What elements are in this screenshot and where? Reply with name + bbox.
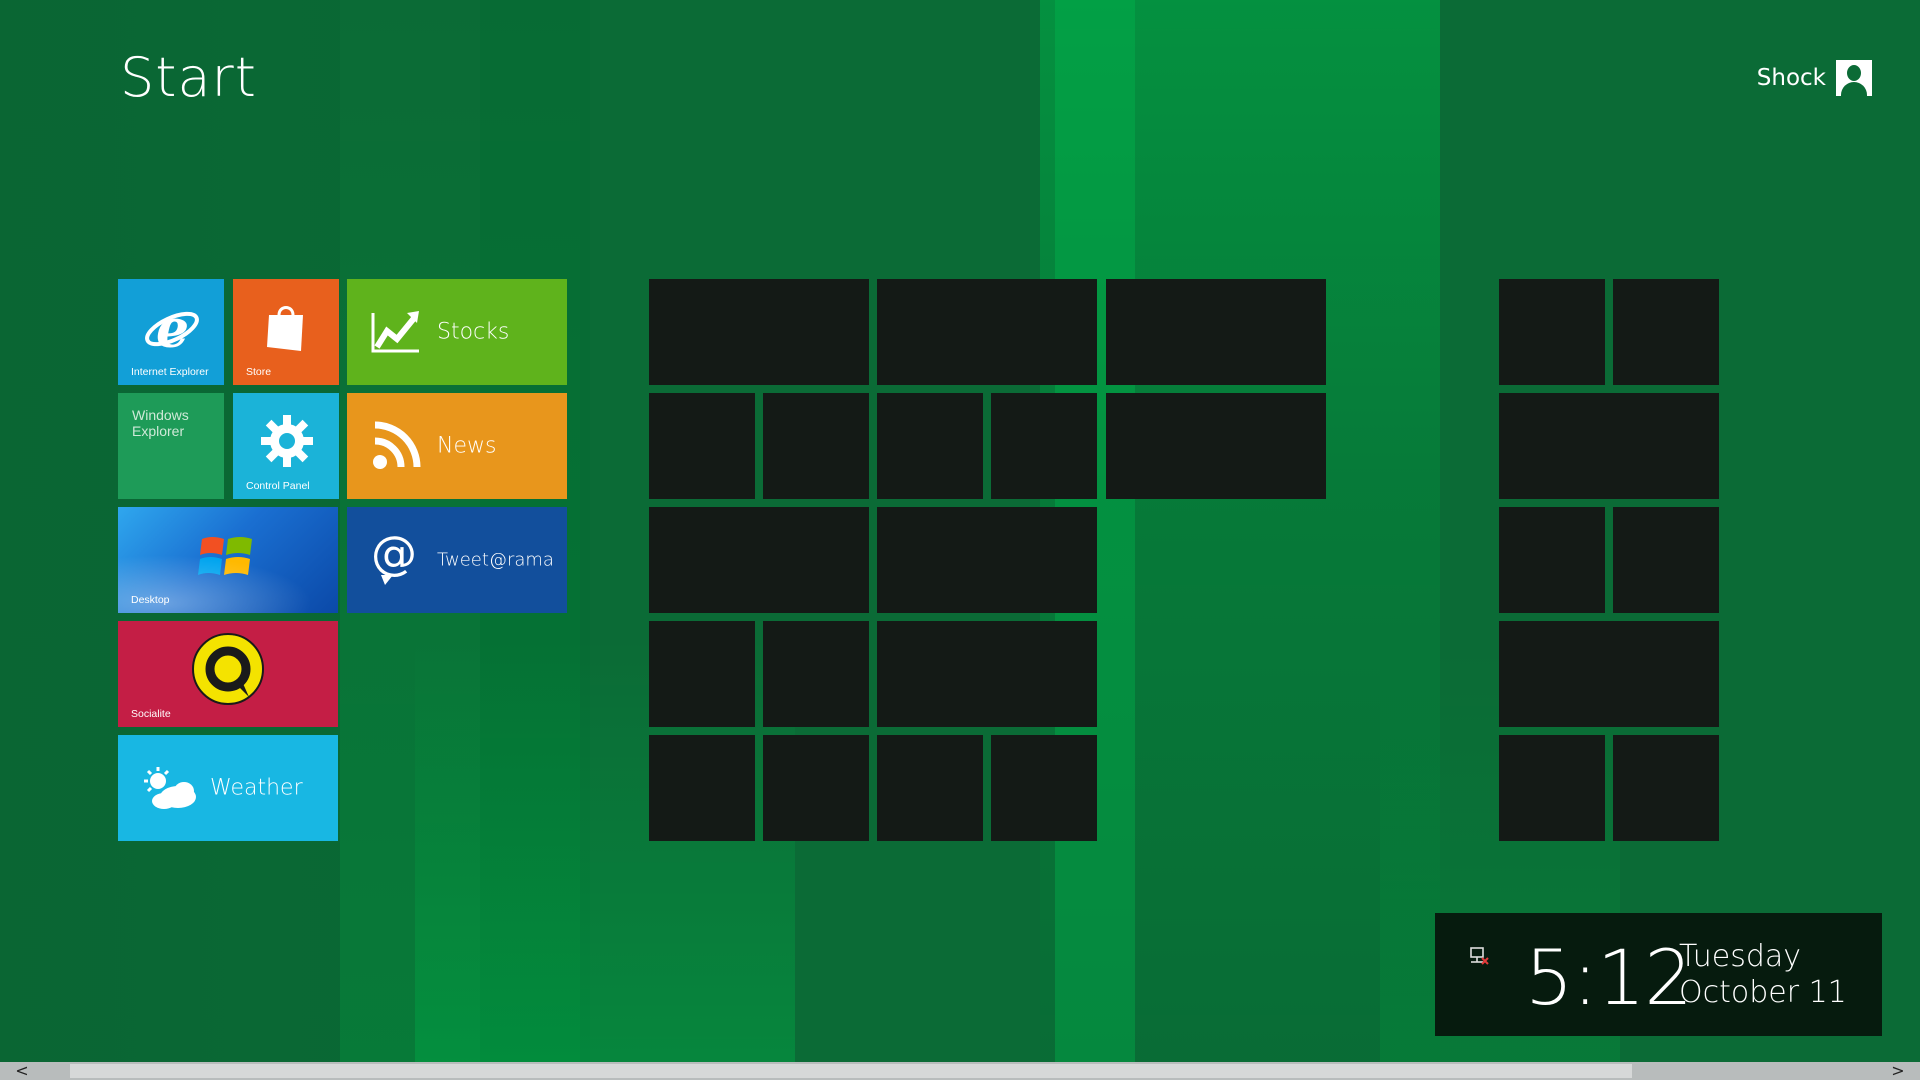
- clock-date: October 11: [1679, 975, 1847, 1010]
- placeholder-tile[interactable]: [763, 393, 869, 499]
- scroll-left-arrow[interactable]: <: [10, 1062, 34, 1080]
- network-status-icon: [1470, 947, 1489, 965]
- user-name: Shock: [1756, 65, 1826, 91]
- tile-socialite[interactable]: Socialite: [118, 621, 338, 727]
- shopping-bag-icon: [267, 306, 303, 351]
- placeholder-tile[interactable]: [1499, 621, 1719, 727]
- tile-label: Weather: [210, 775, 303, 801]
- rss-icon: [373, 421, 421, 469]
- tile-label: Desktop: [131, 594, 170, 606]
- clock-day: Tuesday: [1679, 939, 1802, 974]
- clock-overlay: 5:12 Tuesday October 11: [1435, 913, 1882, 1036]
- placeholder-tile[interactable]: [649, 507, 869, 613]
- tile-label: News: [437, 433, 497, 459]
- placeholder-tile[interactable]: [1499, 735, 1605, 841]
- placeholder-tile[interactable]: [763, 621, 869, 727]
- scroll-right-arrow[interactable]: >: [1886, 1062, 1910, 1080]
- tile-label: Internet Explorer: [131, 366, 209, 378]
- user-account[interactable]: Shock: [1757, 60, 1872, 96]
- placeholder-tile[interactable]: [1613, 735, 1719, 841]
- placeholder-tile[interactable]: [1499, 507, 1605, 613]
- tile-label: Windows Explorer: [132, 407, 189, 439]
- tile-label: Control Panel: [246, 480, 310, 492]
- placeholder-tile[interactable]: [877, 735, 983, 841]
- clock-time: 5:12: [1525, 933, 1693, 1022]
- placeholder-tile[interactable]: [1613, 507, 1719, 613]
- scroll-thumb[interactable]: [70, 1064, 1632, 1078]
- tile-internet-explorer[interactable]: e Internet Explorer: [118, 279, 224, 385]
- socialite-bubble-icon: [192, 633, 264, 705]
- placeholder-tile[interactable]: [1613, 279, 1719, 385]
- tile-label: Socialite: [131, 708, 171, 720]
- placeholder-tile[interactable]: [649, 393, 755, 499]
- gear-icon: [261, 415, 313, 467]
- tile-control-panel[interactable]: Control Panel: [233, 393, 339, 499]
- placeholder-tile[interactable]: [763, 735, 869, 841]
- placeholder-tile[interactable]: [877, 621, 1097, 727]
- tile-desktop[interactable]: Desktop: [118, 507, 338, 613]
- svg-text:e: e: [156, 299, 189, 355]
- tile-weather[interactable]: Weather: [118, 735, 338, 841]
- svg-text:@: @: [371, 529, 417, 580]
- at-sign-icon: @: [371, 529, 417, 585]
- placeholder-tile[interactable]: [877, 393, 983, 499]
- placeholder-tile[interactable]: [1106, 279, 1326, 385]
- avatar[interactable]: [1836, 60, 1872, 96]
- placeholder-tile[interactable]: [649, 279, 869, 385]
- tile-windows-explorer[interactable]: Windows Explorer: [118, 393, 224, 499]
- placeholder-tile[interactable]: [877, 507, 1097, 613]
- tile-tweetarama[interactable]: @ Tweet@rama: [347, 507, 567, 613]
- tile-label: Stocks: [437, 319, 510, 345]
- placeholder-tile[interactable]: [1499, 393, 1719, 499]
- page-title: Start: [120, 46, 257, 109]
- placeholder-tile[interactable]: [649, 621, 755, 727]
- tile-label: Tweet@rama: [437, 549, 554, 571]
- tile-news[interactable]: News: [347, 393, 567, 499]
- placeholder-tile[interactable]: [649, 735, 755, 841]
- placeholder-tile[interactable]: [1106, 393, 1326, 499]
- placeholder-tile[interactable]: [1499, 279, 1605, 385]
- tile-label: Store: [246, 366, 272, 378]
- tile-stocks[interactable]: Stocks: [347, 279, 567, 385]
- placeholder-tile[interactable]: [991, 393, 1097, 499]
- stocks-chart-icon: [371, 311, 419, 353]
- internet-explorer-icon: e: [145, 299, 199, 355]
- placeholder-tile[interactable]: [991, 735, 1097, 841]
- tile-store[interactable]: Store: [233, 279, 339, 385]
- placeholder-tile[interactable]: [877, 279, 1097, 385]
- partly-cloudy-icon: [144, 767, 196, 809]
- horizontal-scrollbar[interactable]: < >: [0, 1062, 1920, 1080]
